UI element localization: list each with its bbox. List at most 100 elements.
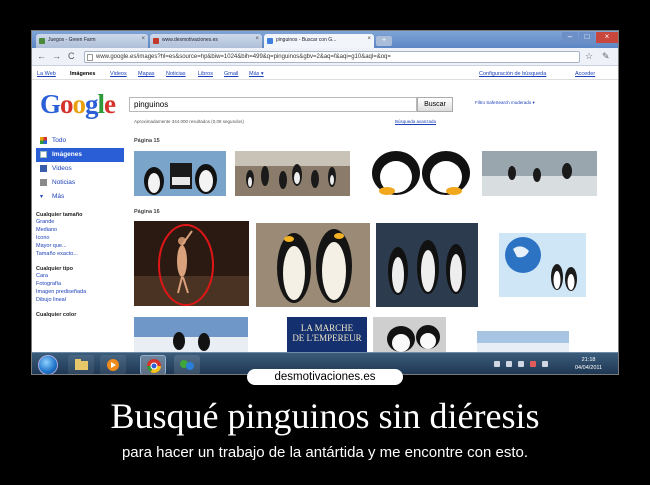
penguin-colony-image [235,151,350,196]
poster-headline: Busqué pinguinos sin diéresis [110,396,540,436]
penguins-closeup-image [373,317,446,352]
result-thumb-march-penguins-poster[interactable]: LA MARCHE DE L'EMPEREUR [287,317,367,352]
size-large-link[interactable]: Grande [36,218,124,226]
taskbar-messenger[interactable] [174,355,200,374]
four-color-icon [40,137,47,144]
tray-app-icon[interactable] [542,361,548,367]
folder-icon [75,359,88,370]
browser-toolbar: ← → C www.google.es/images?hl=es&source=… [32,48,618,66]
penguins-on-ice-image [482,151,597,196]
result-thumb-emperor-penguins[interactable] [256,223,370,307]
result-thumb-dancer-circled[interactable] [134,221,249,306]
clock-date: 04/04/2011 [575,365,603,371]
type-clipart-link[interactable]: Imagen prediseñada [36,288,124,296]
search-button[interactable]: Buscar [417,97,453,112]
sidebar-item-news[interactable]: Noticias [36,176,124,190]
page-15-header: Página 15 [134,138,160,144]
rockhopper-penguins-image [376,223,478,307]
tray-network-icon[interactable] [506,361,512,367]
gbar-link-more[interactable]: Más ▾ [249,71,264,77]
type-lineart-link[interactable]: Dibujo lineal [36,296,124,304]
taskbar-explorer[interactable] [68,355,94,374]
gbar-link-gmail[interactable]: Gmail [224,71,238,77]
chevron-down-icon: ▾ [40,194,44,200]
reload-icon[interactable]: C [68,51,75,61]
tray-volume-icon[interactable] [518,361,524,367]
video-icon [40,165,47,172]
tab-desmotivaciones[interactable]: www.desmotivaciones.es × [150,34,262,48]
tray-alert-icon[interactable] [530,361,536,367]
bookmark-star-icon[interactable]: ☆ [585,51,593,62]
poster-title-line2: DE L'EMPEREUR [292,333,362,343]
tab-favicon [267,38,273,44]
close-tab-icon[interactable]: × [367,36,371,42]
size-medium-link[interactable]: Mediano [36,226,124,234]
taskbar-chrome[interactable] [140,355,166,374]
taskbar-clock[interactable]: 21:18 04/04/2011 [575,356,602,372]
penguins-snow-image [134,317,248,352]
sidebar-item-images[interactable]: Imágenes [36,148,124,162]
size-exact-link[interactable]: Tamaño exacto... [36,250,124,258]
new-tab-button[interactable]: + [376,36,392,46]
google-bar: La Web Imágenes Videos Mapas Noticias Li… [32,67,618,80]
close-tab-icon[interactable]: × [141,36,145,42]
media-player-icon [107,359,119,371]
result-thumb-penguins-sky[interactable] [477,331,569,352]
result-thumb-penguin-colony[interactable] [235,151,350,196]
gbar-link-videos[interactable]: Videos [110,71,127,77]
news-icon [40,179,47,186]
result-stats: Aproximadamente 344.000 resultados (0,08… [134,119,244,124]
size-icon-link[interactable]: Icono [36,234,124,242]
minimize-icon[interactable]: – [562,32,578,43]
result-thumb-penguins-snow[interactable] [134,317,248,352]
page-icon [87,54,93,61]
advanced-search-link[interactable]: Búsqueda avanzada [395,119,436,124]
address-bar[interactable]: www.google.es/images?hl=es&source=hp&biw… [84,51,580,63]
gbar-link-news[interactable]: Noticias [166,71,186,77]
start-button[interactable] [38,355,58,374]
gbar-link-books[interactable]: Libros [198,71,213,77]
messenger-icon [180,360,194,370]
tray-flag-icon[interactable] [494,361,500,367]
safesearch-dropdown[interactable]: Filtro SafeSearch moderado ▾ [475,100,535,106]
tab-google-search[interactable]: pinguinos - Buscar con G... × [264,34,374,48]
result-thumb-plush-penguins[interactable] [359,151,475,196]
tab-favicon [153,38,159,44]
result-thumb-penguins-cartoon[interactable] [134,151,226,196]
forward-icon[interactable]: → [52,51,61,61]
plush-penguins-image [359,151,475,196]
poster-subline: para hacer un trabajo de la antártida y … [121,444,529,461]
login-link[interactable]: Acceder [575,71,595,77]
taskbar-media-player[interactable] [100,355,126,374]
google-logo[interactable]: Google [40,89,116,120]
tab-favicon [39,38,45,44]
gbar-link-maps[interactable]: Mapas [138,71,155,77]
close-window-icon[interactable]: × [596,32,618,43]
search-input[interactable]: pinguinos [129,97,417,112]
result-thumb-penguins-ice[interactable] [482,151,597,196]
poster-title-line1: LA MARCHE [300,323,354,333]
poster-brand-logo: desmotivaciones.es [247,369,403,385]
images-icon [40,151,47,158]
back-icon[interactable]: ← [37,51,46,61]
gbar-link-web[interactable]: La Web [37,71,56,77]
maximize-icon[interactable]: □ [579,32,595,43]
close-tab-icon[interactable]: × [255,36,259,42]
result-thumb-penguins-closeup[interactable] [373,317,446,352]
wrench-icon[interactable]: ✎ [602,51,610,62]
sidebar-item-more[interactable]: ▾ Más [36,190,124,204]
result-thumb-rockhopper-penguins[interactable] [376,223,478,307]
result-thumb-penguins-globe[interactable] [499,233,586,297]
search-settings-link[interactable]: Configuración de búsqueda [479,71,546,77]
screenshot-frame: Juegos - Green Farm × www.desmotivacione… [31,30,619,375]
penguins-sky-image [477,331,569,352]
page-16-header: Página 16 [134,209,160,215]
sidebar-item-all[interactable]: Todo [36,134,124,148]
type-photo-link[interactable]: Fotografía [36,280,124,288]
gbar-link-images[interactable]: Imágenes [70,71,95,77]
tab-green-farm[interactable]: Juegos - Green Farm × [36,34,148,48]
size-larger-than-link[interactable]: Mayor que... [36,242,124,250]
sidebar-item-videos[interactable]: Videos [36,162,124,176]
type-face-link[interactable]: Cara [36,272,124,280]
left-sidebar: Todo Imágenes Videos Noticias ▾ Más Cual… [36,134,124,318]
